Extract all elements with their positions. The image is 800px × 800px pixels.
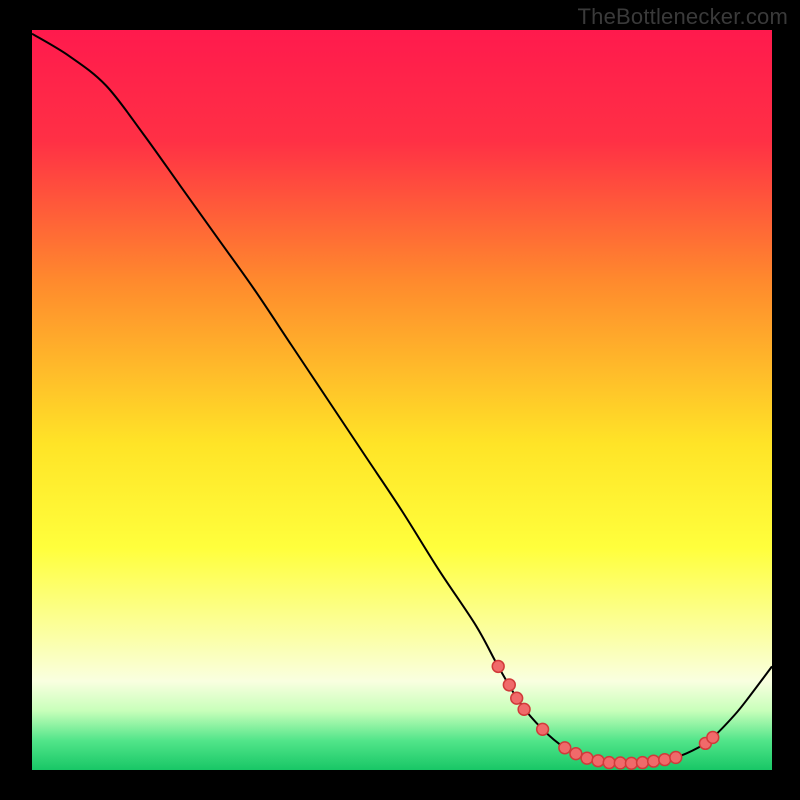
gradient-background [32,30,772,770]
data-marker [581,752,593,764]
chart-container: TheBottlenecker.com [0,0,800,800]
data-marker [518,703,530,715]
data-marker [648,755,660,767]
data-marker [503,679,515,691]
data-marker [559,742,571,754]
data-marker [637,757,649,769]
data-marker [537,723,549,735]
data-marker [659,754,671,766]
data-marker [492,660,504,672]
plot-area [32,30,772,770]
watermark-text: TheBottlenecker.com [578,4,788,30]
bottleneck-curve-chart [32,30,772,770]
data-marker [592,755,604,767]
data-marker [570,748,582,760]
data-marker [670,752,682,764]
data-marker [603,757,615,769]
data-marker [707,732,719,744]
data-marker [614,757,626,769]
data-marker [625,757,637,769]
data-marker [511,692,523,704]
